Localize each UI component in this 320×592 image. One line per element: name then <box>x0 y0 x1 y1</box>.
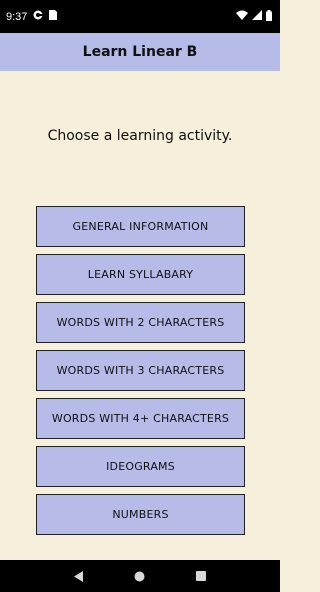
recents-icon[interactable] <box>191 566 211 586</box>
learn-syllabary-button[interactable]: LEARN SYLLABARY <box>36 254 245 295</box>
activity-prompt: Choose a learning activity. <box>47 128 233 144</box>
wifi-icon <box>236 10 248 23</box>
general-information-button[interactable]: GENERAL INFORMATION <box>36 206 245 247</box>
status-bar: 9:37 <box>0 0 280 33</box>
home-icon[interactable] <box>130 566 150 586</box>
activity-menu: GENERAL INFORMATION LEARN SYLLABARY WORD… <box>36 206 245 542</box>
status-left: 9:37 <box>6 10 58 23</box>
words-4plus-characters-button[interactable]: WORDS WITH 4+ CHARACTERS <box>36 398 245 439</box>
numbers-button[interactable]: NUMBERS <box>36 494 245 535</box>
g-icon <box>33 10 43 23</box>
app-title: Learn Linear B <box>82 44 198 60</box>
status-right <box>236 9 272 24</box>
back-icon[interactable] <box>69 566 89 586</box>
words-3-characters-button[interactable]: WORDS WITH 3 CHARACTERS <box>36 350 245 391</box>
system-nav-bar <box>0 560 280 592</box>
cellular-signal-icon <box>252 10 262 23</box>
words-2-characters-button[interactable]: WORDS WITH 2 CHARACTERS <box>36 302 245 343</box>
app-bar: Learn Linear B <box>0 33 280 71</box>
status-time: 9:37 <box>6 10 28 23</box>
battery-icon <box>266 9 272 24</box>
sim-card-icon <box>49 10 58 23</box>
ideograms-button[interactable]: IDEOGRAMS <box>36 446 245 487</box>
